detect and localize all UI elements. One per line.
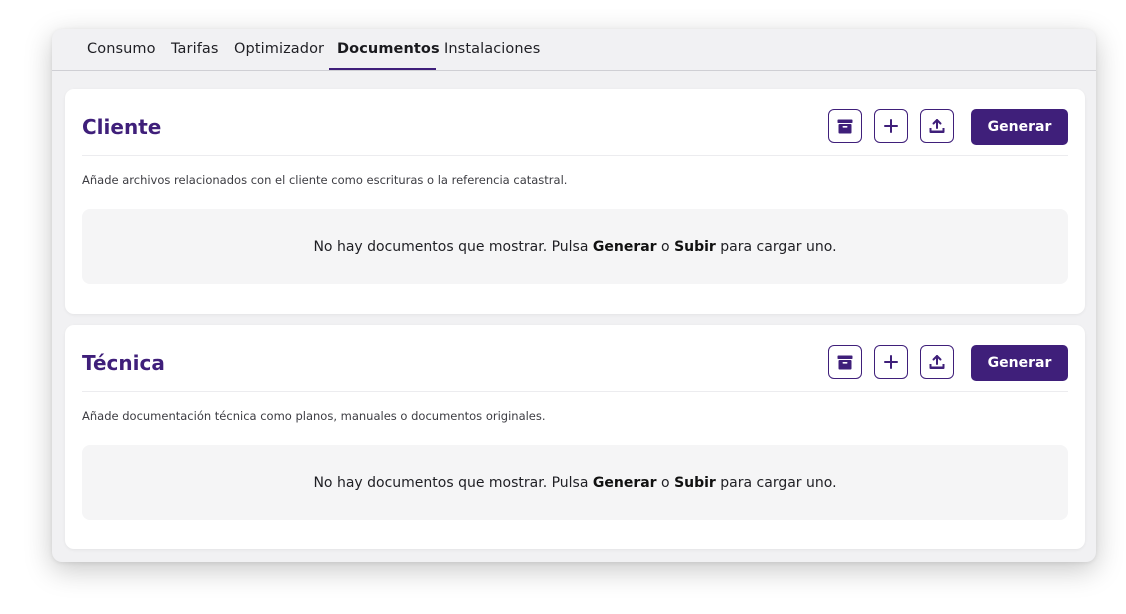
section-tecnica: Técnica Generar Añade documentación técn… <box>65 325 1085 549</box>
empty-text-prefix: No hay documentos que mostrar. Pulsa <box>313 238 593 255</box>
add-button[interactable] <box>874 109 908 143</box>
empty-text-suffix: para cargar uno. <box>715 238 837 255</box>
empty-state: No hay documentos que mostrar. Pulsa Gen… <box>82 209 1068 284</box>
section-divider <box>82 391 1068 392</box>
tab-bar: Consumo Tarifas Optimizador Documentos I… <box>52 29 1096 71</box>
add-button[interactable] <box>874 345 908 379</box>
section-cliente: Cliente Generar Añade archivos relaciona… <box>65 89 1085 314</box>
tab-tarifas[interactable]: Tarifas <box>171 41 219 57</box>
archive-icon <box>837 119 853 133</box>
upload-icon <box>929 355 945 369</box>
archive-button[interactable] <box>828 109 862 143</box>
tab-optimizador[interactable]: Optimizador <box>234 41 324 57</box>
empty-upload-keyword: Subir <box>674 474 716 491</box>
section-divider <box>82 155 1068 156</box>
active-tab-indicator <box>329 68 436 70</box>
section-description: Añade documentación técnica como planos,… <box>82 409 546 423</box>
empty-upload-keyword: Subir <box>674 238 716 255</box>
plus-icon <box>884 119 898 133</box>
empty-generate-keyword: Generar <box>592 238 657 255</box>
app-window: Consumo Tarifas Optimizador Documentos I… <box>52 29 1096 562</box>
generate-button[interactable]: Generar <box>971 345 1068 381</box>
empty-text-middle: o <box>656 238 675 255</box>
section-description: Añade archivos relacionados con el clien… <box>82 173 568 187</box>
tab-instalaciones[interactable]: Instalaciones <box>444 41 540 57</box>
empty-text-prefix: No hay documentos que mostrar. Pulsa <box>313 474 593 491</box>
section-title: Cliente <box>82 115 162 139</box>
archive-button[interactable] <box>828 345 862 379</box>
upload-button[interactable] <box>920 345 954 379</box>
plus-icon <box>884 355 898 369</box>
tab-documentos[interactable]: Documentos <box>337 41 440 57</box>
upload-icon <box>929 119 945 133</box>
empty-generate-keyword: Generar <box>592 474 657 491</box>
upload-button[interactable] <box>920 109 954 143</box>
section-title: Técnica <box>82 351 165 375</box>
empty-text-suffix: para cargar uno. <box>715 474 837 491</box>
empty-state: No hay documentos que mostrar. Pulsa Gen… <box>82 445 1068 520</box>
tab-consumo[interactable]: Consumo <box>87 41 156 57</box>
archive-icon <box>837 355 853 369</box>
generate-button[interactable]: Generar <box>971 109 1068 145</box>
empty-text-middle: o <box>656 474 675 491</box>
